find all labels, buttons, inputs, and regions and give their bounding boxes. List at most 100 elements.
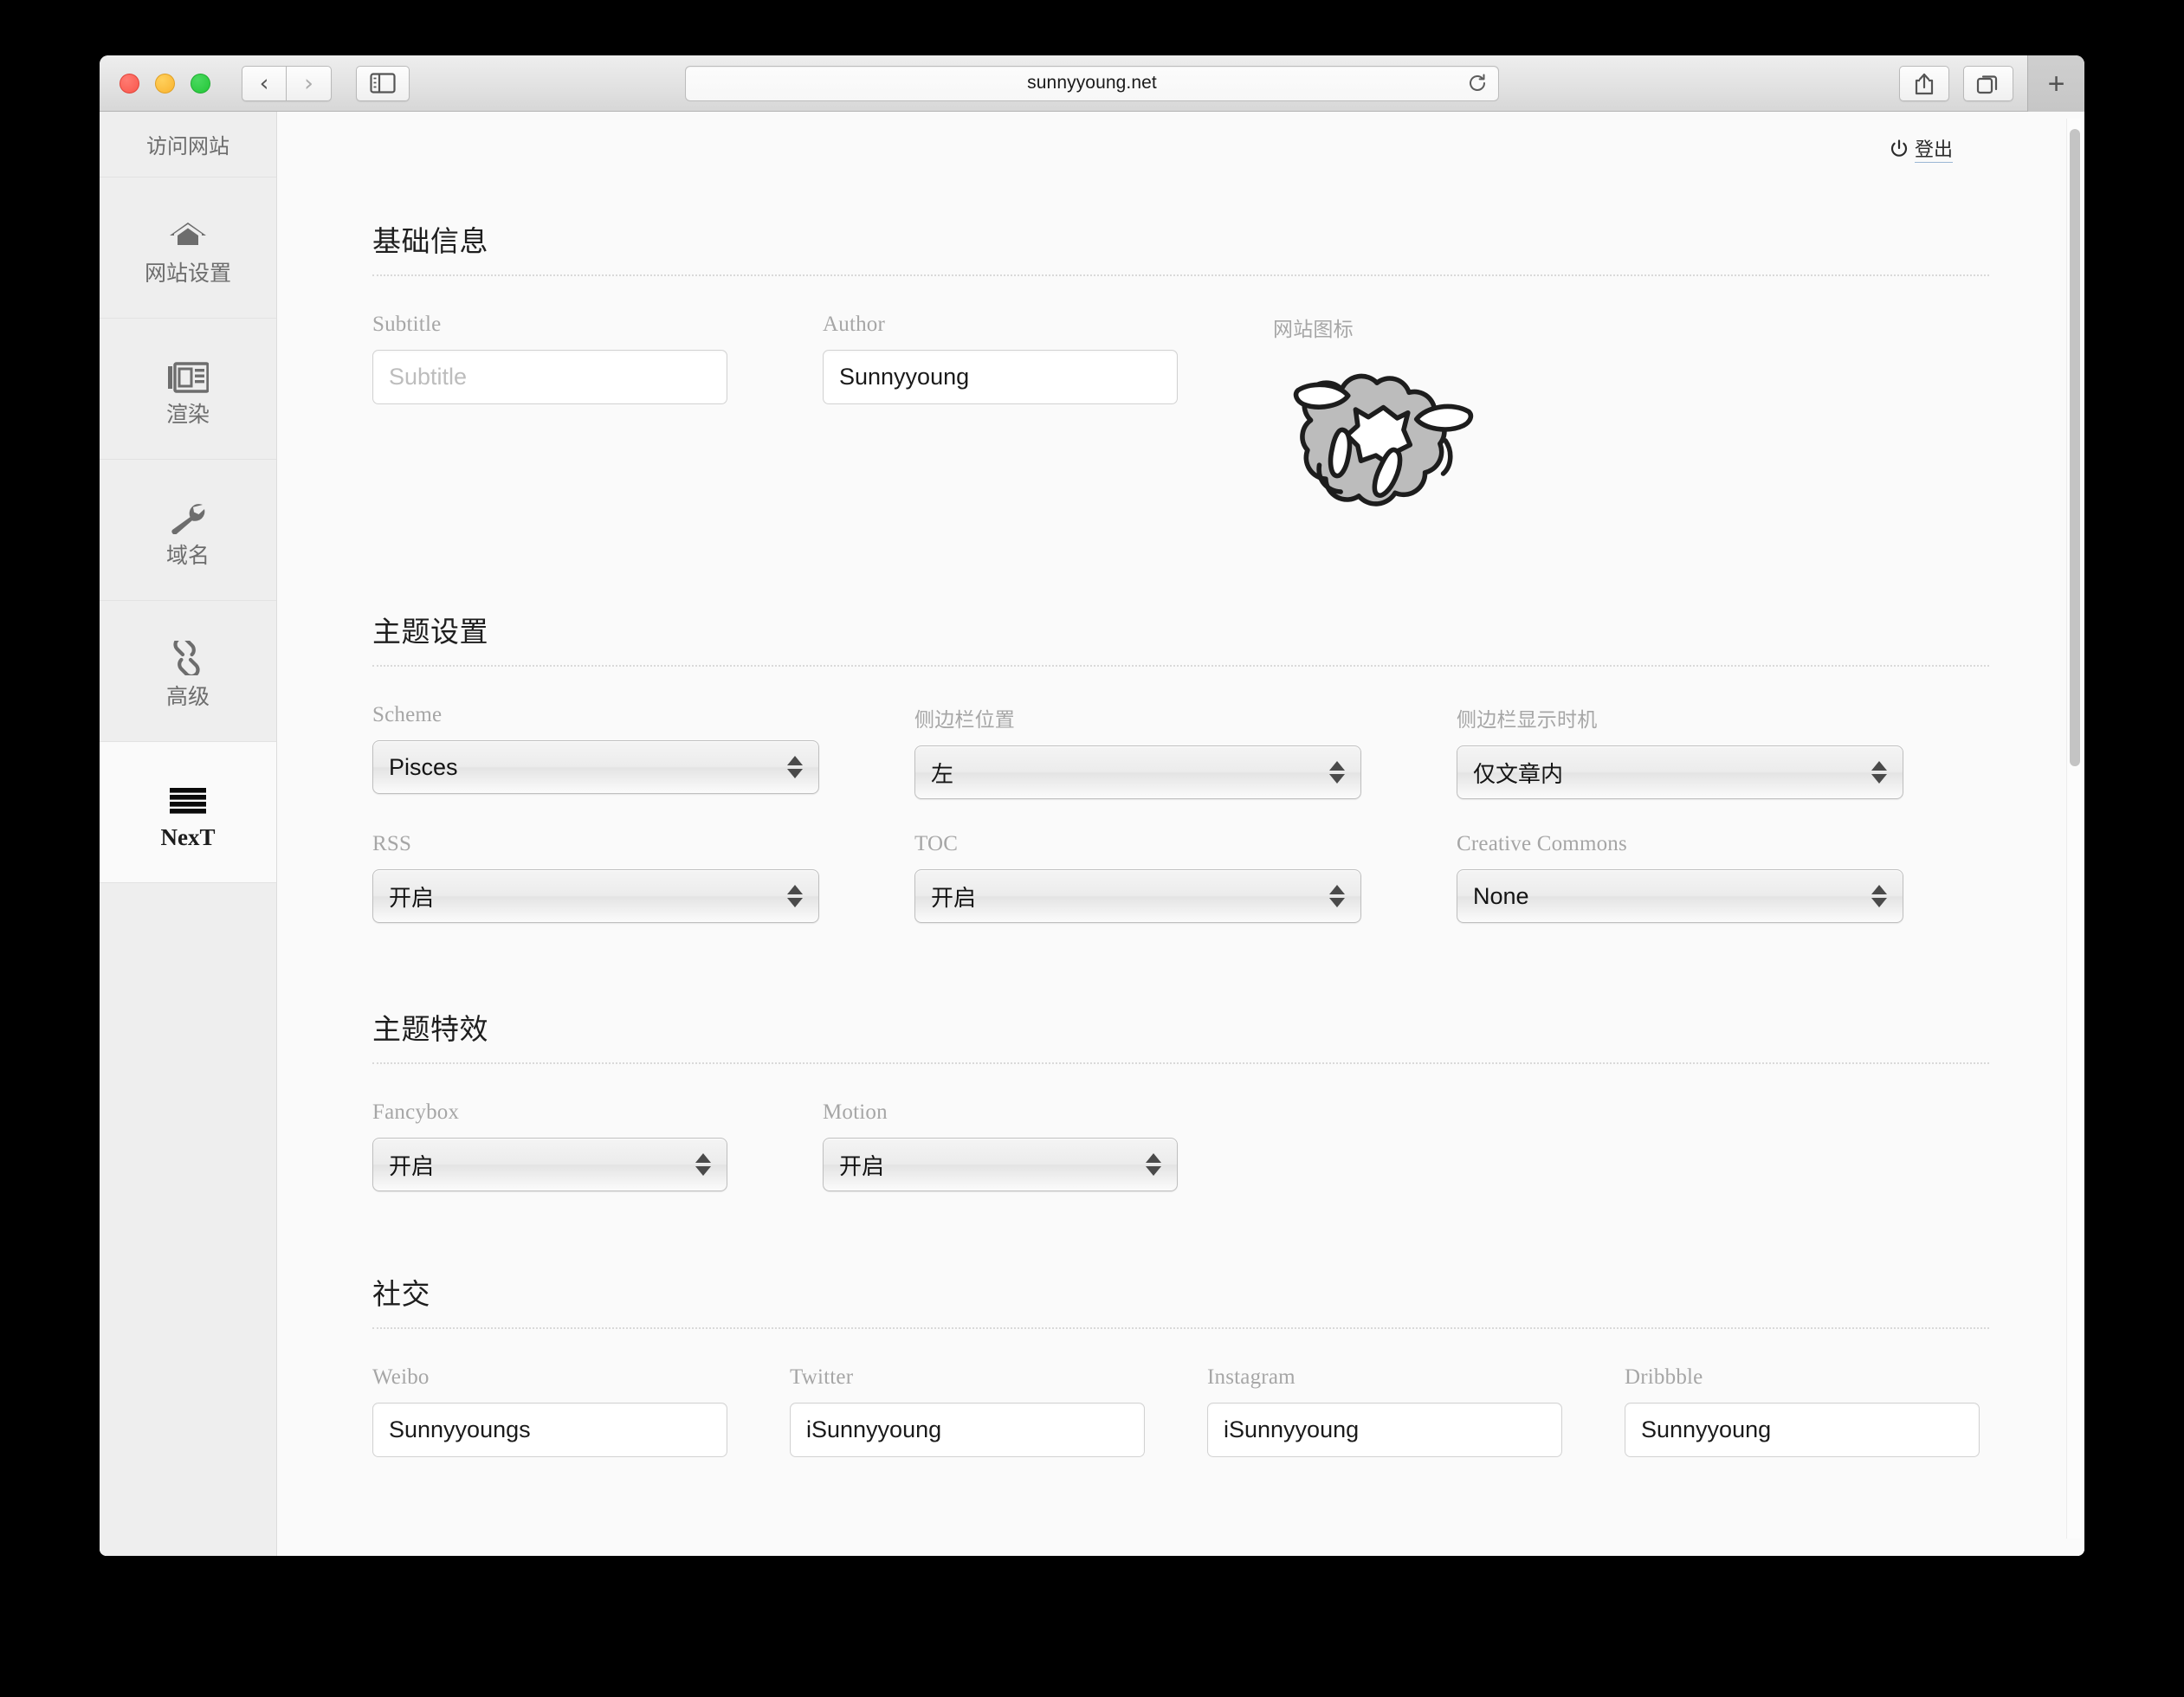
section-title-theme: 主题设置 bbox=[372, 609, 1989, 667]
select-arrows-icon bbox=[787, 756, 803, 778]
wrench-icon bbox=[168, 494, 208, 534]
sidebar-item-label: 域名 bbox=[165, 542, 210, 568]
section-title-social: 社交 bbox=[372, 1271, 1989, 1329]
address-bar[interactable]: sunnyyoung.net bbox=[685, 65, 1499, 101]
navigation-buttons: ‹ › bbox=[242, 65, 332, 101]
select-arrows-icon bbox=[1329, 885, 1345, 907]
basic-fields-row: Subtitle Subtitle Author Sunnyyoung 网站图标 bbox=[372, 313, 1989, 524]
close-window-button[interactable] bbox=[120, 73, 139, 94]
dribbble-input[interactable]: Sunnyyoung bbox=[1625, 1403, 1980, 1457]
subtitle-input[interactable]: Subtitle bbox=[372, 350, 727, 404]
motion-select[interactable]: 开启 bbox=[823, 1138, 1178, 1191]
sidebar-visit-site-label: 访问网站 bbox=[146, 134, 229, 158]
back-button[interactable]: ‹ bbox=[242, 65, 287, 101]
sidebar-item-domain[interactable]: 域名 bbox=[100, 460, 276, 601]
sidebar-item-next[interactable]: NexT bbox=[100, 742, 276, 883]
sidebar-item-render[interactable]: 渲染 bbox=[100, 319, 276, 460]
newspaper-icon bbox=[167, 353, 209, 393]
field-fancybox: Fancybox 开启 bbox=[372, 1100, 727, 1191]
minimize-window-button[interactable] bbox=[155, 73, 175, 94]
field-label: 侧边栏显示时机 bbox=[1457, 709, 1598, 732]
select-value: 开启 bbox=[931, 885, 977, 912]
browser-toolbar: ‹ › sunnyyoung.net + bbox=[100, 55, 2084, 112]
sidebar-item-label: 渲染 bbox=[165, 401, 210, 427]
logout-label: 登出 bbox=[1914, 134, 1953, 163]
select-arrows-icon bbox=[1871, 885, 1887, 907]
chevron-right-icon: › bbox=[304, 69, 313, 97]
twitter-input[interactable]: iSunnyyoung bbox=[790, 1403, 1145, 1457]
app-sidebar: 访问网站 网站设置 渲染 域名 高级 NexT bbox=[100, 112, 277, 1556]
field-label: Fancybox bbox=[372, 1100, 460, 1124]
sheep-logo-image bbox=[1293, 373, 1474, 507]
sidebar-toggle-icon bbox=[370, 73, 396, 94]
field-label: Subtitle bbox=[372, 313, 442, 336]
new-tab-button[interactable]: + bbox=[2027, 55, 2084, 112]
browser-window: ‹ › sunnyyoung.net + 访问网站 网站设置 渲染 域名 高级 … bbox=[100, 55, 2084, 1556]
reload-button[interactable] bbox=[1465, 71, 1489, 95]
theme-fields-row-2: RSS 开启 TOC 开启 Creative Commons None bbox=[372, 832, 1989, 923]
share-button[interactable] bbox=[1899, 66, 1949, 101]
field-label: 网站图标 bbox=[1273, 319, 1354, 341]
tab-overview-button[interactable] bbox=[1963, 66, 2013, 101]
sidebar-display-select[interactable]: 仅文章内 bbox=[1457, 745, 1903, 799]
toc-select[interactable]: 开启 bbox=[914, 869, 1361, 923]
field-label: Motion bbox=[823, 1100, 888, 1124]
field-site-icon: 网站图标 bbox=[1273, 313, 1489, 524]
field-label: Dribbble bbox=[1625, 1365, 1703, 1389]
theme-fields-row-1: Scheme Pisces 侧边栏位置 左 侧边栏显示时机 仅文章内 bbox=[372, 703, 1989, 799]
window-controls bbox=[120, 73, 210, 94]
sidebar-toggle-button[interactable] bbox=[356, 65, 410, 101]
social-fields-row: Weibo Sunnyyoungs Twitter iSunnyyoung In… bbox=[372, 1365, 1989, 1457]
field-sidebar-display: 侧边栏显示时机 仅文章内 bbox=[1457, 703, 1903, 799]
sidebar-item-site-settings[interactable]: 网站设置 bbox=[100, 177, 276, 319]
home-icon bbox=[168, 212, 208, 252]
field-label: RSS bbox=[372, 832, 412, 855]
field-twitter: Twitter iSunnyyoung bbox=[790, 1365, 1145, 1457]
field-dribbble: Dribbble Sunnyyoung bbox=[1625, 1365, 1980, 1457]
vertical-scrollbar[interactable] bbox=[2066, 119, 2081, 1539]
select-arrows-icon bbox=[1871, 761, 1887, 784]
select-value: 开启 bbox=[389, 885, 435, 912]
maximize-window-button[interactable] bbox=[191, 73, 210, 94]
fancybox-select[interactable]: 开启 bbox=[372, 1138, 727, 1191]
sidebar-item-visit-site[interactable]: 访问网站 bbox=[100, 112, 276, 177]
field-label: Twitter bbox=[790, 1365, 854, 1389]
instagram-input[interactable]: iSunnyyoung bbox=[1207, 1403, 1562, 1457]
reload-icon bbox=[1470, 74, 1485, 91]
field-label: Creative Commons bbox=[1457, 832, 1627, 855]
field-label: Instagram bbox=[1207, 1365, 1296, 1389]
logout-button[interactable]: 登出 bbox=[1890, 134, 1953, 163]
field-creative-commons: Creative Commons None bbox=[1457, 832, 1903, 923]
chevron-left-icon: ‹ bbox=[259, 69, 269, 97]
section-title-effects: 主题特效 bbox=[372, 1006, 1989, 1064]
forward-button[interactable]: › bbox=[287, 65, 332, 101]
sheep-logo[interactable] bbox=[1273, 364, 1489, 524]
plus-icon: + bbox=[2047, 67, 2065, 100]
select-value: 左 bbox=[931, 761, 954, 788]
url-text: sunnyyoung.net bbox=[1027, 73, 1157, 93]
rss-select[interactable]: 开启 bbox=[372, 869, 819, 923]
select-value: Pisces bbox=[389, 753, 458, 780]
section-title-basic: 基础信息 bbox=[372, 218, 1989, 276]
select-arrows-icon bbox=[787, 885, 803, 907]
sidebar-item-label: NexT bbox=[160, 823, 216, 850]
sidebar-item-label: 网站设置 bbox=[144, 260, 231, 286]
share-icon bbox=[1915, 73, 1934, 94]
field-instagram: Instagram iSunnyyoung bbox=[1207, 1365, 1562, 1457]
creative-commons-select[interactable]: None bbox=[1457, 869, 1903, 923]
weibo-input[interactable]: Sunnyyoungs bbox=[372, 1403, 727, 1457]
field-label: Author bbox=[823, 313, 886, 336]
field-label: Weibo bbox=[372, 1365, 430, 1389]
sidebar-item-advanced[interactable]: 高级 bbox=[100, 601, 276, 742]
select-arrows-icon bbox=[1146, 1153, 1161, 1176]
hamburger-icon bbox=[170, 776, 206, 816]
author-input[interactable]: Sunnyyoung bbox=[823, 350, 1178, 404]
field-toc: TOC 开启 bbox=[914, 832, 1361, 923]
field-author: Author Sunnyyoung bbox=[823, 313, 1178, 524]
scheme-select[interactable]: Pisces bbox=[372, 740, 819, 794]
sidebar-item-label: 高级 bbox=[165, 683, 210, 709]
select-value: 仅文章内 bbox=[1473, 761, 1564, 788]
field-scheme: Scheme Pisces bbox=[372, 703, 819, 799]
sidebar-position-select[interactable]: 左 bbox=[914, 745, 1361, 799]
scrollbar-thumb[interactable] bbox=[2070, 129, 2080, 766]
